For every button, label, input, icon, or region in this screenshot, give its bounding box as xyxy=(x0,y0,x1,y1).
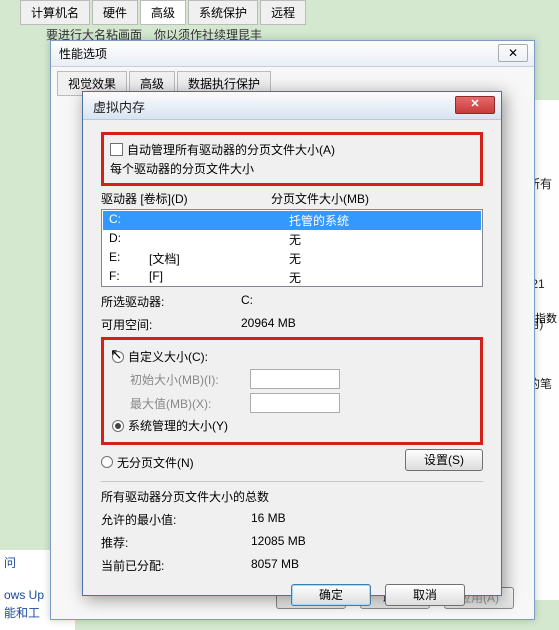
available-space-row: 可用空间: 20964 MB xyxy=(101,316,483,333)
performance-options-close-button[interactable]: ✕ xyxy=(498,44,528,62)
recommended-row: 推荐:12085 MB xyxy=(101,534,483,551)
divider xyxy=(101,481,483,482)
custom-size-radio[interactable] xyxy=(112,351,124,363)
tab-hardware[interactable]: 硬件 xyxy=(92,0,138,25)
virtual-memory-dialog: 虚拟内存 ✕ 自动管理所有驱动器的分页文件大小(A) 每个驱动器的分页文件大小 … xyxy=(82,91,502,596)
currently-allocated-row: 当前已分配:8057 MB xyxy=(101,557,483,574)
vm-footer: 确定 取消 xyxy=(101,574,483,606)
vm-title: 虚拟内存 xyxy=(83,92,501,121)
no-paging-file-radio[interactable] xyxy=(101,456,113,468)
auto-manage-checkbox[interactable] xyxy=(110,143,123,156)
hdr-drive: 驱动器 [卷标](D) xyxy=(101,190,271,207)
totals-header: 所有驱动器分页文件大小的总数 xyxy=(101,488,483,505)
auto-manage-label: 自动管理所有驱动器的分页文件大小(A) xyxy=(127,141,335,158)
vm-ok-button[interactable]: 确定 xyxy=(291,584,371,606)
tab-remote[interactable]: 远程 xyxy=(260,0,306,25)
tab-system-protection[interactable]: 系统保护 xyxy=(188,0,258,25)
auto-manage-block: 自动管理所有驱动器的分页文件大小(A) 每个驱动器的分页文件大小 xyxy=(101,132,483,186)
vm-cancel-button[interactable]: 取消 xyxy=(385,584,465,606)
system-managed-label: 系统管理的大小(Y) xyxy=(128,417,228,434)
performance-options-title: 性能选项 xyxy=(59,47,107,61)
custom-size-block: ↖ 自定义大小(C): 初始大小(MB)(I): 最大值(MB)(X): 系统管… xyxy=(101,337,483,445)
drive-row-f[interactable]: F:[F]无 xyxy=(103,268,481,287)
selected-drive-row: 所选驱动器: C: xyxy=(101,293,483,310)
system-properties-tabs: 计算机名 硬件 高级 系统保护 远程 xyxy=(20,0,306,25)
drive-row-d[interactable]: D:无 xyxy=(103,230,481,249)
initial-size-label: 初始大小(MB)(I): xyxy=(130,371,250,388)
drive-listbox[interactable]: C:托管的系统 D:无 E:[文档]无 F:[F]无 G:无 xyxy=(101,209,483,287)
no-paging-file-label: 无分页文件(N) xyxy=(117,454,194,471)
initial-size-input[interactable] xyxy=(250,369,340,389)
tab-computer-name[interactable]: 计算机名 xyxy=(20,0,90,25)
max-size-input[interactable] xyxy=(250,393,340,413)
each-drive-label: 每个驱动器的分页文件大小 xyxy=(110,160,472,177)
drive-row-e[interactable]: E:[文档]无 xyxy=(103,249,481,268)
set-button[interactable]: 设置(S) xyxy=(405,449,483,471)
max-size-label: 最大值(MB)(X): xyxy=(130,395,250,412)
custom-size-label: 自定义大小(C): xyxy=(128,348,208,365)
drive-row-c[interactable]: C:托管的系统 xyxy=(103,211,481,230)
vm-close-button[interactable]: ✕ xyxy=(455,96,495,114)
min-allowed-row: 允许的最小值:16 MB xyxy=(101,511,483,528)
system-managed-radio[interactable] xyxy=(112,420,124,432)
tab-advanced[interactable]: 高级 xyxy=(140,0,186,25)
performance-options-titlebar: 性能选项 ✕ xyxy=(51,41,534,67)
hdr-size: 分页文件大小(MB) xyxy=(271,190,483,207)
vm-titlebar: 虚拟内存 ✕ xyxy=(83,92,501,120)
drive-list-headers: 驱动器 [卷标](D) 分页文件大小(MB) xyxy=(101,190,483,207)
